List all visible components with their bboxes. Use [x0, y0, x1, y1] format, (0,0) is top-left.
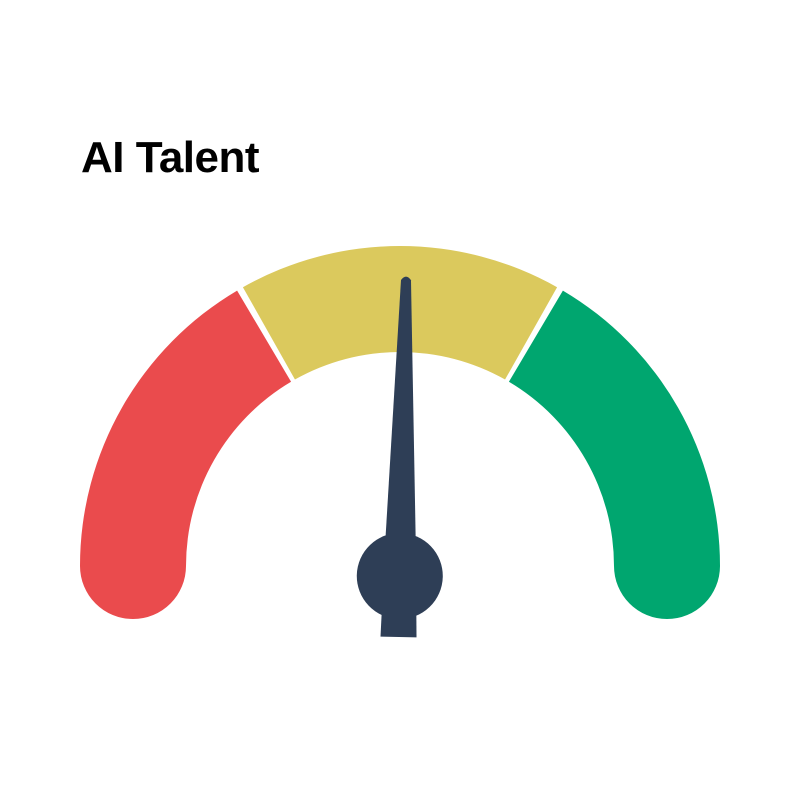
- gauge-chart: [80, 246, 720, 638]
- gauge-band-low: [80, 290, 292, 619]
- gauge-band-high: [508, 290, 720, 619]
- needle-hub: [356, 532, 443, 619]
